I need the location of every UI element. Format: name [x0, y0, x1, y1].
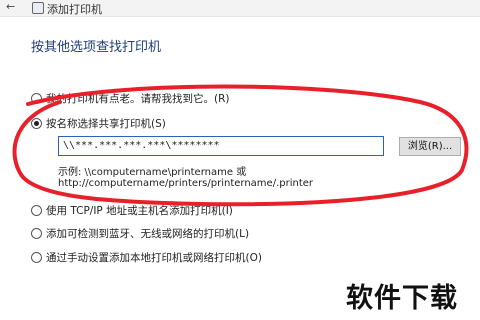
- radio-manual-local[interactable]: [31, 251, 42, 263]
- radio-bluetooth-wireless[interactable]: [31, 227, 42, 239]
- option-label: 按名称选择共享打印机(S): [46, 117, 166, 130]
- browse-button[interactable]: 浏览(R)...: [399, 137, 461, 156]
- option-manual-local[interactable]: 通过手动设置添加本地打印机或网络打印机(O): [31, 250, 262, 264]
- example-url: http://computername/printers/printername…: [58, 178, 314, 189]
- radio-old-printer[interactable]: [31, 92, 42, 104]
- option-tcpip[interactable]: 使用 TCP/IP 地址或主机名添加打印机(I): [31, 203, 233, 217]
- radio-shared-printer[interactable]: [31, 117, 42, 129]
- printer-wizard-icon: [32, 2, 44, 14]
- radio-tcpip[interactable]: [31, 204, 42, 216]
- option-shared-printer[interactable]: 按名称选择共享打印机(S): [31, 116, 166, 130]
- option-label: 我的打印机有点老。请帮我找到它。(R): [46, 92, 230, 105]
- option-label: 添加可检测到蓝牙、无线或网络的打印机(L): [46, 227, 250, 240]
- page-heading: 按其他选项查找打印机: [31, 40, 162, 55]
- option-bluetooth-wireless[interactable]: 添加可检测到蓝牙、无线或网络的打印机(L): [31, 226, 249, 240]
- option-label: 通过手动设置添加本地打印机或网络打印机(O): [46, 251, 262, 264]
- back-arrow-icon[interactable]: ←: [6, 0, 15, 13]
- example-text: 示例: \\computername\printername 或: [58, 167, 247, 178]
- title-bar: ← 添加打印机: [0, 0, 480, 17]
- watermark: 软件下载: [346, 283, 458, 314]
- option-old-printer[interactable]: 我的打印机有点老。请帮我找到它。(R): [31, 91, 230, 105]
- shared-printer-name-input[interactable]: \\***.***.***.***\********: [58, 136, 384, 156]
- option-label: 使用 TCP/IP 地址或主机名添加打印机(I): [46, 204, 233, 217]
- window-title: 添加打印机: [47, 3, 102, 16]
